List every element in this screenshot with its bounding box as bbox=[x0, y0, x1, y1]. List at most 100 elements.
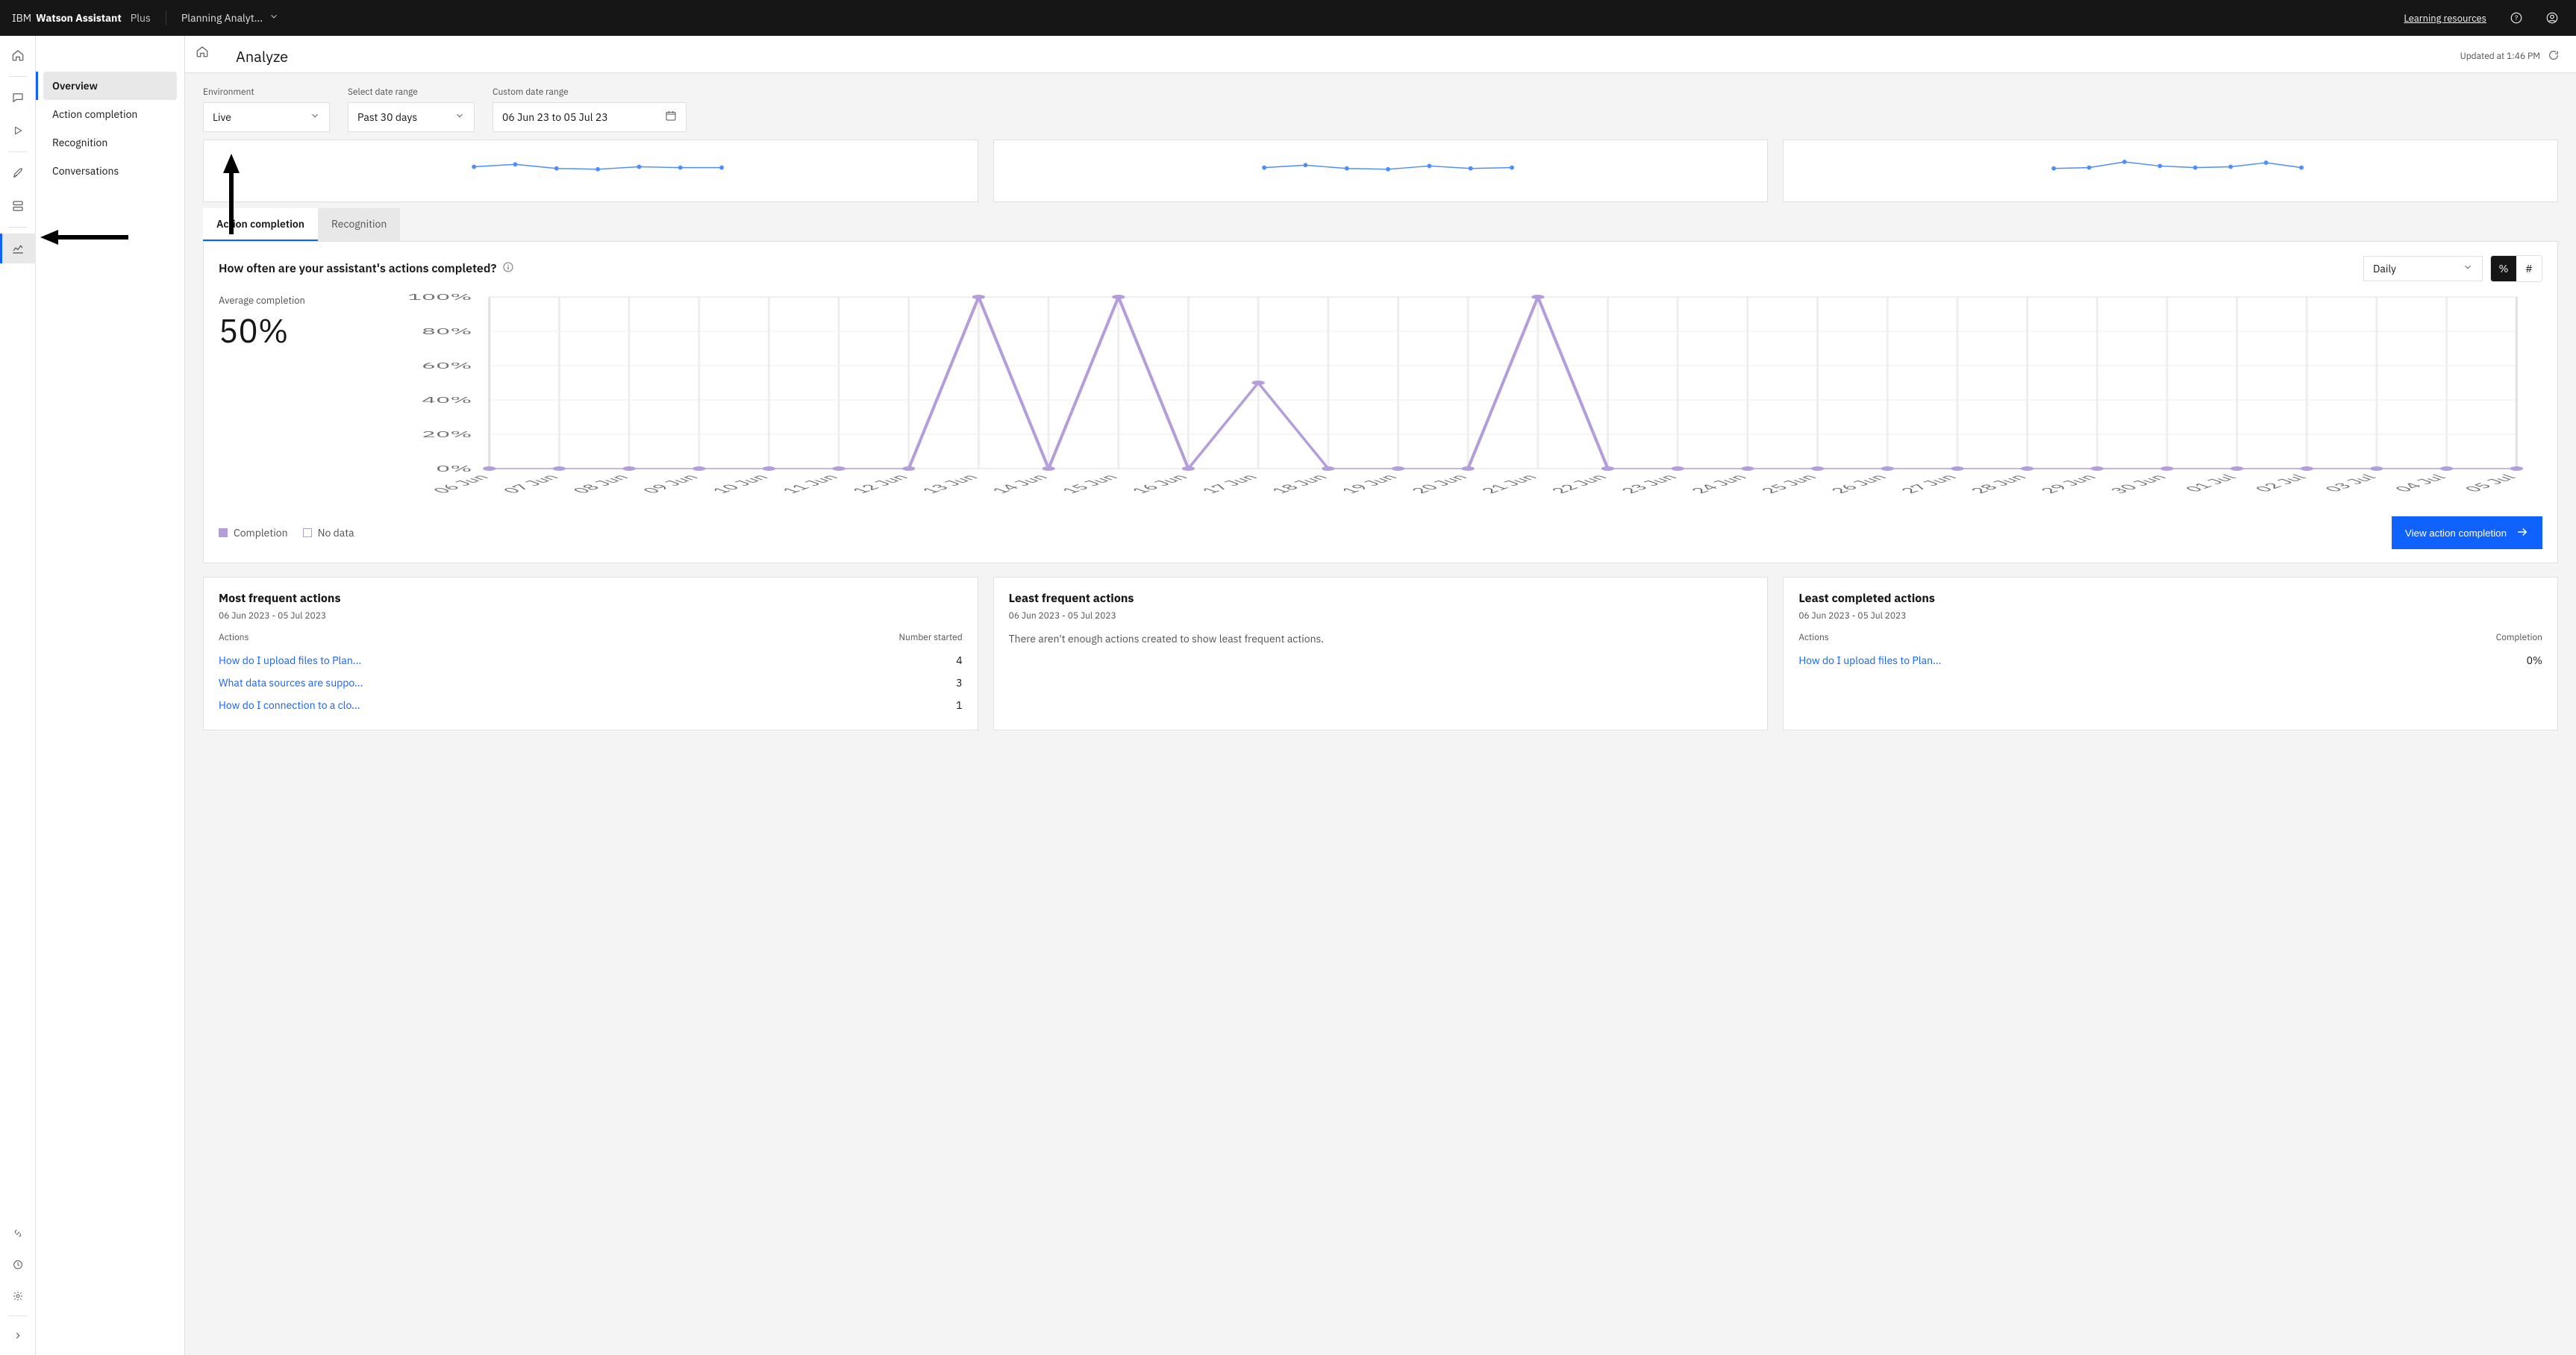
tab-recognition[interactable]: Recognition bbox=[318, 208, 400, 241]
rail-expand-icon[interactable] bbox=[0, 1321, 36, 1351]
svg-text:80%: 80% bbox=[422, 326, 472, 337]
action-link[interactable]: What data sources are suppo... bbox=[219, 676, 363, 689]
granularity-value: Daily bbox=[2373, 262, 2396, 275]
refresh-icon[interactable] bbox=[2548, 49, 2560, 64]
environment-select[interactable]: Live bbox=[203, 102, 330, 132]
pointer-arrow-left bbox=[40, 228, 130, 246]
table-row: How do I upload files to Plan... 4 bbox=[219, 649, 963, 672]
svg-text:09 Jun: 09 Jun bbox=[637, 472, 703, 495]
table-row: What data sources are suppo... 3 bbox=[219, 672, 963, 694]
assistant-name: Planning Analyt... bbox=[181, 11, 263, 25]
svg-text:100%: 100% bbox=[407, 292, 472, 302]
calendar-icon bbox=[665, 110, 677, 125]
rail-play-icon[interactable] bbox=[0, 116, 36, 145]
svg-text:05 Jul: 05 Jul bbox=[2459, 472, 2521, 494]
environment-value: Live bbox=[213, 110, 231, 124]
custom-range-value: 06 Jun 23 to 05 Jul 23 bbox=[502, 110, 608, 124]
chevron-down-icon bbox=[2463, 262, 2473, 275]
subnav-item-overview[interactable]: Overview bbox=[43, 72, 177, 100]
svg-text:07 Jun: 07 Jun bbox=[497, 472, 563, 495]
svg-text:06 Jun: 06 Jun bbox=[427, 472, 493, 495]
learning-resources-link[interactable]: Learning resources bbox=[2404, 12, 2486, 25]
rail-rocket-icon[interactable] bbox=[0, 158, 36, 188]
rail-chat-icon[interactable] bbox=[0, 83, 36, 113]
unit-count[interactable]: # bbox=[2516, 256, 2542, 281]
svg-text:28 Jun: 28 Jun bbox=[1965, 472, 2031, 495]
cta-label: View action completion bbox=[2405, 528, 2507, 539]
svg-text:20 Jun: 20 Jun bbox=[1405, 472, 1472, 495]
svg-text:11 Jun: 11 Jun bbox=[776, 472, 842, 495]
info-icon[interactable] bbox=[502, 261, 514, 276]
rail-server-icon[interactable] bbox=[0, 191, 36, 221]
sparkline-3[interactable] bbox=[1783, 140, 2558, 202]
granularity-select[interactable]: Daily bbox=[2363, 256, 2483, 281]
value: 4 bbox=[956, 654, 962, 667]
action-link[interactable]: How do I connection to a clo... bbox=[219, 698, 360, 712]
average-summary: Average completion 50% bbox=[219, 290, 368, 509]
chart-footer: Completion No data View action completio… bbox=[219, 516, 2542, 549]
view-action-completion-button[interactable]: View action completion bbox=[2392, 516, 2542, 549]
updated-at-text: Updated at 1:46 PM bbox=[2460, 51, 2540, 62]
unit-toggle: % # bbox=[2490, 255, 2542, 282]
swatch-purple-icon bbox=[219, 528, 228, 537]
sparkline-row bbox=[203, 140, 2558, 202]
rail-settings-icon[interactable] bbox=[0, 1281, 36, 1311]
svg-text:29 Jun: 29 Jun bbox=[2035, 472, 2101, 495]
rail-analyze-icon[interactable] bbox=[0, 234, 36, 263]
svg-text:21 Jun: 21 Jun bbox=[1475, 472, 1542, 495]
svg-text:19 Jun: 19 Jun bbox=[1336, 472, 1402, 495]
unit-percent[interactable]: % bbox=[2491, 256, 2516, 281]
filter-custom-range: Custom date range 06 Jun 23 to 05 Jul 23 bbox=[493, 87, 687, 132]
rail-home-icon[interactable] bbox=[0, 40, 36, 70]
custom-range-label: Custom date range bbox=[493, 87, 687, 98]
svg-text:10 Jun: 10 Jun bbox=[707, 472, 773, 495]
action-link[interactable]: How do I upload files to Plan... bbox=[219, 654, 361, 667]
avg-label: Average completion bbox=[219, 294, 368, 307]
range-value: Past 30 days bbox=[357, 110, 417, 124]
action-link[interactable]: How do I upload files to Plan... bbox=[1798, 654, 1941, 667]
chart-card: How often are your assistant's actions c… bbox=[203, 241, 2558, 563]
rail-separator bbox=[9, 1315, 27, 1316]
svg-text:27 Jun: 27 Jun bbox=[1895, 472, 1961, 495]
rail-history-icon[interactable] bbox=[0, 1250, 36, 1280]
svg-text:13 Jun: 13 Jun bbox=[916, 472, 983, 495]
svg-text:14 Jun: 14 Jun bbox=[986, 472, 1052, 495]
assistant-switcher[interactable]: Planning Analyt... bbox=[181, 11, 279, 25]
pointer-arrow-up bbox=[221, 154, 242, 236]
svg-text:23 Jun: 23 Jun bbox=[1615, 472, 1681, 495]
svg-text:01 Jul: 01 Jul bbox=[2179, 472, 2241, 494]
main: Analyze Updated at 1:46 PM Environment L… bbox=[185, 36, 2576, 1355]
custom-range-input[interactable]: 06 Jun 23 to 05 Jul 23 bbox=[493, 102, 687, 132]
user-avatar-icon[interactable] bbox=[2540, 6, 2564, 30]
sparkline-2[interactable] bbox=[993, 140, 1769, 202]
svg-text:20%: 20% bbox=[422, 429, 472, 439]
chevron-down-icon bbox=[310, 110, 320, 124]
range-label: Select date range bbox=[348, 87, 475, 98]
started-col: Number started bbox=[899, 632, 963, 643]
range-text: 06 Jun 2023 - 05 Jul 2023 bbox=[1009, 610, 1753, 622]
least-frequent-card: Least frequent actions 06 Jun 2023 - 05 … bbox=[993, 577, 1769, 730]
svg-text:24 Jun: 24 Jun bbox=[1685, 472, 1751, 495]
least-completed-card: Least completed actions 06 Jun 2023 - 05… bbox=[1783, 577, 2558, 730]
svg-text:18 Jun: 18 Jun bbox=[1266, 472, 1332, 495]
help-icon[interactable]: ? bbox=[2504, 6, 2528, 30]
svg-text:26 Jun: 26 Jun bbox=[1825, 472, 1891, 495]
svg-text:08 Jun: 08 Jun bbox=[566, 472, 633, 495]
sparkline-1[interactable] bbox=[203, 140, 978, 202]
svg-text:04 Jul: 04 Jul bbox=[2389, 472, 2451, 494]
subnav-item-conversations[interactable]: Conversations bbox=[43, 157, 177, 185]
completion-col: Completion bbox=[2496, 632, 2542, 643]
subnav-item-action-completion[interactable]: Action completion bbox=[43, 100, 177, 128]
svg-text:40%: 40% bbox=[422, 395, 472, 405]
range-select[interactable]: Past 30 days bbox=[348, 102, 475, 132]
least-title: Least frequent actions bbox=[1009, 591, 1753, 606]
subnav-item-recognition[interactable]: Recognition bbox=[43, 128, 177, 157]
svg-text:17 Jun: 17 Jun bbox=[1195, 472, 1262, 495]
rail-link-icon[interactable] bbox=[0, 1218, 36, 1248]
rail-separator bbox=[9, 227, 27, 228]
actions-col: Actions bbox=[1798, 632, 1828, 643]
updated-at: Updated at 1:46 PM bbox=[2460, 49, 2560, 64]
value: 3 bbox=[956, 676, 962, 689]
page-title-home-icon[interactable] bbox=[196, 45, 209, 61]
swatch-outline-icon bbox=[303, 528, 312, 537]
